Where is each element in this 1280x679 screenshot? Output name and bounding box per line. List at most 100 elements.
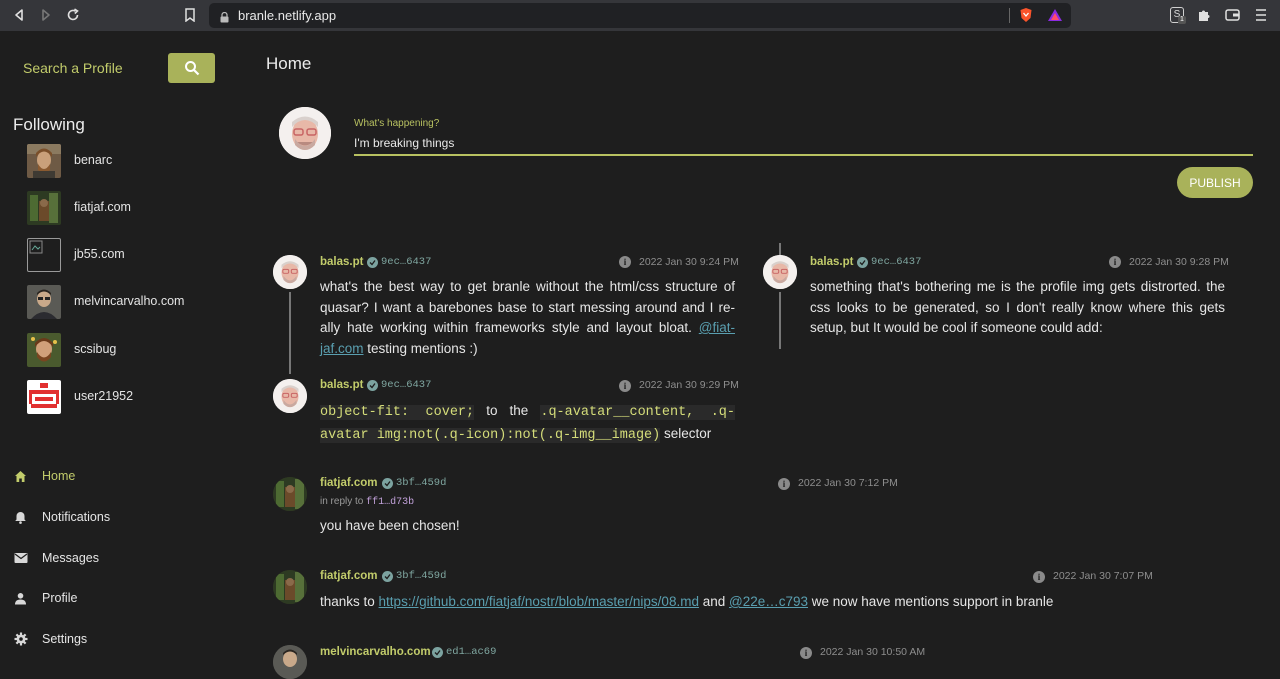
avatar <box>27 380 61 414</box>
url-text: branle.netlify.app <box>238 8 337 23</box>
post-author[interactable]: melvincarvalho.com <box>320 646 431 658</box>
following-item-scsibug[interactable]: scsibug <box>27 333 116 367</box>
verified-icon <box>857 257 868 268</box>
avatar[interactable] <box>273 570 307 604</box>
compose-input[interactable] <box>354 132 1253 156</box>
nav-label: Settings <box>42 632 88 646</box>
nav-notifications[interactable]: Notifications <box>14 507 110 527</box>
search-icon <box>184 61 199 76</box>
avatar[interactable] <box>273 477 307 511</box>
post-pubkey[interactable]: 9ec…6437 <box>871 256 921 268</box>
post-time: 2022 Jan 30 9:28 PM <box>1129 256 1229 268</box>
github-link[interactable]: https://github.com/fiatjaf/nostr/blob/ma… <box>379 594 699 609</box>
post-body: thanks to https://github.com/fiatjaf/nos… <box>320 594 1054 609</box>
broken-image-icon <box>27 238 61 272</box>
post-author[interactable]: balas.pt <box>320 256 363 268</box>
avatar[interactable] <box>273 255 307 289</box>
info-icon[interactable]: i <box>1033 571 1045 583</box>
nav-label: Home <box>42 469 76 483</box>
url-divider <box>1009 8 1010 23</box>
nav-profile[interactable]: Profile <box>14 588 77 608</box>
verified-icon <box>432 647 443 658</box>
post-author[interactable]: fiatjaf.com <box>320 477 378 489</box>
search-profile-label[interactable]: Search a Profile <box>23 60 123 76</box>
reply-to[interactable]: in reply to ff1…d73b <box>320 496 414 508</box>
back-icon[interactable] <box>9 5 29 25</box>
info-icon[interactable]: i <box>778 478 790 490</box>
info-icon[interactable]: i <box>619 380 631 392</box>
publish-button[interactable]: PUBLISH <box>1177 167 1253 198</box>
wallet-icon[interactable] <box>1225 8 1240 27</box>
search-button[interactable] <box>168 53 215 83</box>
following-item-fiatjaf[interactable]: fiatjaf.com <box>27 191 131 225</box>
nav-label: Profile <box>42 591 78 605</box>
following-item-user21952[interactable]: user21952 <box>27 380 133 414</box>
puzzle-icon[interactable] <box>1197 8 1211 27</box>
person-icon <box>15 592 26 604</box>
verified-icon <box>382 478 393 489</box>
gear-icon <box>14 632 28 646</box>
verified-icon <box>382 571 393 582</box>
bookmark-icon[interactable] <box>180 5 200 25</box>
post-pubkey[interactable]: 3bf…459d <box>396 477 446 489</box>
home-icon <box>15 470 26 482</box>
following-name: fiatjaf.com <box>74 200 131 214</box>
extension-badge: 1 <box>1178 16 1186 24</box>
brave-shield-icon[interactable] <box>1019 7 1033 28</box>
nav-messages[interactable]: Messages <box>14 548 99 568</box>
info-icon[interactable]: i <box>619 256 631 268</box>
post-time: 2022 Jan 30 7:07 PM <box>1053 570 1153 582</box>
nav-label: Notifications <box>42 510 111 524</box>
following-item-melvincarvalho[interactable]: melvincarvalho.com <box>27 285 184 319</box>
post-author[interactable]: balas.pt <box>810 256 853 268</box>
reload-icon[interactable] <box>63 5 83 25</box>
avatar[interactable] <box>763 255 797 289</box>
post-body: you have been chosen! <box>320 518 460 533</box>
bell-icon <box>15 511 26 524</box>
lock-icon <box>220 10 229 28</box>
post-body: something that's bothering me is the pro… <box>810 279 1225 335</box>
nav-home[interactable]: Home <box>14 466 75 486</box>
avatar[interactable] <box>273 379 307 413</box>
avatar <box>27 191 61 225</box>
brave-rewards-icon[interactable] <box>1047 8 1063 27</box>
post-body: object-fit: cover; to the .q-avatar__con… <box>320 403 735 443</box>
avatar <box>27 144 61 178</box>
avatar <box>27 333 61 367</box>
mail-icon <box>14 553 28 563</box>
sidebar: Search a Profile Following benarc fiatja… <box>0 31 236 658</box>
following-item-jb55[interactable]: jb55.com <box>27 238 125 272</box>
thread-connector <box>779 292 781 349</box>
following-name: scsibug <box>74 342 117 356</box>
following-name: user21952 <box>74 389 134 403</box>
following-name: jb55.com <box>74 247 125 261</box>
post-pubkey[interactable]: 9ec…6437 <box>381 256 431 268</box>
following-item-benarc[interactable]: benarc <box>27 144 112 178</box>
compose-label: What's happening? <box>354 118 440 129</box>
info-icon[interactable]: i <box>800 647 812 659</box>
thread-connector <box>289 292 291 374</box>
post-time: 2022 Jan 30 7:12 PM <box>798 477 898 489</box>
post-author[interactable]: balas.pt <box>320 379 363 391</box>
verified-icon <box>367 257 378 268</box>
post-time: 2022 Jan 30 9:29 PM <box>639 379 739 391</box>
following-name: melvincarvalho.com <box>74 294 185 308</box>
mention-link[interactable]: @22e…c793 <box>729 594 808 609</box>
page-title: Home <box>266 54 312 73</box>
menu-icon[interactable] <box>1255 8 1267 27</box>
info-icon[interactable]: i <box>1109 256 1121 268</box>
avatar[interactable] <box>273 645 307 679</box>
nav-settings[interactable]: Settings <box>14 629 87 649</box>
post-time: 2022 Jan 30 9:24 PM <box>639 256 739 268</box>
avatar[interactable] <box>279 107 331 159</box>
post-pubkey[interactable]: 3bf…459d <box>396 570 446 582</box>
address-bar[interactable]: branle.netlify.app <box>209 3 1071 28</box>
post-author[interactable]: fiatjaf.com <box>320 570 378 582</box>
post-pubkey[interactable]: 9ec…6437 <box>381 379 431 391</box>
post-pubkey[interactable]: ed1…ac69 <box>446 646 496 658</box>
avatar <box>27 285 61 319</box>
browser-toolbar: branle.netlify.app S 1 <box>0 0 1280 31</box>
forward-icon[interactable] <box>36 5 56 25</box>
post-time: 2022 Jan 30 10:50 AM <box>820 646 926 658</box>
wallet-extension-icon[interactable]: S 1 <box>1170 7 1186 24</box>
